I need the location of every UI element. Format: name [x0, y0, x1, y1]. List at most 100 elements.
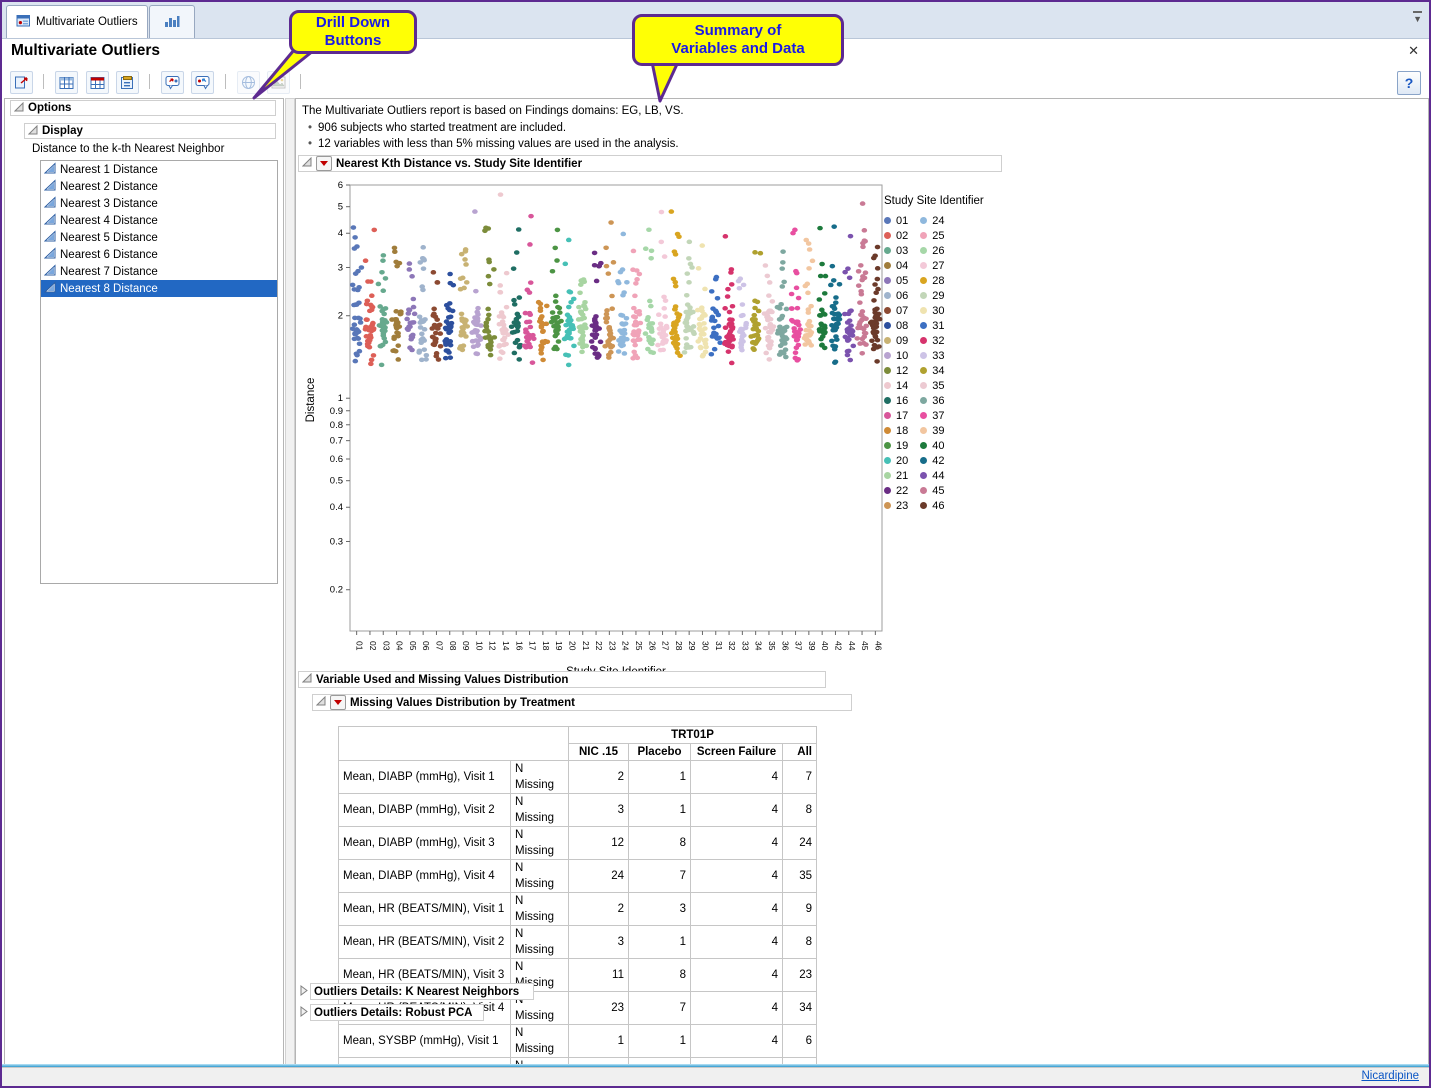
value-cell: 4 — [691, 794, 783, 827]
make-combined-data-table-icon[interactable] — [86, 71, 109, 94]
legend-item[interactable]: 12 — [884, 363, 908, 378]
svg-text:0.4: 0.4 — [330, 502, 343, 513]
legend-color-dot — [920, 232, 927, 239]
legend-item[interactable]: 06 — [884, 288, 908, 303]
legend-item[interactable]: 05 — [884, 273, 908, 288]
legend-item[interactable]: 04 — [884, 258, 908, 273]
save-journal-icon[interactable] — [116, 71, 139, 94]
value-cell: 24 — [783, 827, 817, 860]
legend-item[interactable]: 18 — [884, 423, 908, 438]
legend-item[interactable]: 44 — [920, 468, 944, 483]
nearest-distance-listbox[interactable]: Nearest 1 DistanceNearest 2 DistanceNear… — [40, 160, 278, 584]
legend-item[interactable]: 01 — [884, 213, 908, 228]
options-header[interactable]: Options — [10, 100, 276, 116]
disclosure-open-icon — [28, 125, 38, 138]
legend-item[interactable]: 30 — [920, 303, 944, 318]
list-item-nearest-4-distance[interactable]: Nearest 4 Distance — [41, 212, 277, 229]
svg-text:12: 12 — [488, 641, 498, 651]
red-triangle-menu-icon[interactable] — [330, 695, 346, 710]
callout-summary: Summary of Variables and Data — [632, 14, 844, 66]
legend-item[interactable]: 19 — [884, 438, 908, 453]
legend-item[interactable]: 36 — [920, 393, 944, 408]
drill-up-icon[interactable] — [191, 71, 214, 94]
svg-text:46: 46 — [873, 641, 883, 651]
display-header[interactable]: Display — [24, 123, 276, 139]
variables-section-header[interactable]: Variable Used and Missing Values Distrib… — [298, 671, 826, 688]
drill-down-icon[interactable] — [161, 71, 184, 94]
red-triangle-menu-icon[interactable] — [316, 156, 332, 171]
legend-item[interactable]: 32 — [920, 333, 944, 348]
legend-item[interactable]: 24 — [920, 213, 944, 228]
legend-item[interactable]: 07 — [884, 303, 908, 318]
legend-item[interactable]: 22 — [884, 483, 908, 498]
legend-item[interactable]: 16 — [884, 393, 908, 408]
legend-item[interactable]: 14 — [884, 378, 908, 393]
list-item-nearest-8-distance[interactable]: Nearest 8 Distance — [41, 280, 277, 297]
list-item-nearest-3-distance[interactable]: Nearest 3 Distance — [41, 195, 277, 212]
legend-item[interactable]: 33 — [920, 348, 944, 363]
list-item-nearest-7-distance[interactable]: Nearest 7 Distance — [41, 263, 277, 280]
outliers-knn-title: Outliers Details: K Nearest Neighbors — [314, 986, 519, 998]
legend-item[interactable]: 46 — [920, 498, 944, 513]
legend-item[interactable]: 27 — [920, 258, 944, 273]
list-item-nearest-5-distance[interactable]: Nearest 5 Distance — [41, 229, 277, 246]
legend-item[interactable]: 25 — [920, 228, 944, 243]
list-item-nearest-1-distance[interactable]: Nearest 1 Distance — [41, 161, 277, 178]
make-data-table-icon[interactable] — [55, 71, 78, 94]
legend-item[interactable]: 17 — [884, 408, 908, 423]
legend-item[interactable]: 26 — [920, 243, 944, 258]
legend-item[interactable]: 02 — [884, 228, 908, 243]
report-area: The Multivariate Outliers report is base… — [295, 98, 1429, 1066]
svg-text:01: 01 — [355, 641, 365, 651]
legend-item[interactable]: 45 — [920, 483, 944, 498]
disclosure-closed-icon[interactable] — [299, 1006, 309, 1020]
chart-section-header[interactable]: Nearest Kth Distance vs. Study Site Iden… — [298, 155, 1002, 172]
legend-item[interactable]: 21 — [884, 468, 908, 483]
legend-item[interactable]: 35 — [920, 378, 944, 393]
legend-item[interactable]: 03 — [884, 243, 908, 258]
legend-color-dot — [920, 487, 927, 494]
value-cell: 6 — [783, 1025, 817, 1058]
triangle-chart-icon — [44, 281, 56, 296]
triangle-chart-icon — [44, 213, 56, 228]
legend-item[interactable]: 23 — [884, 498, 908, 513]
stat-label-cell: N Missing — [511, 794, 569, 827]
legend-item[interactable]: 39 — [920, 423, 944, 438]
export-report-icon[interactable] — [10, 71, 33, 94]
legend-item[interactable]: 34 — [920, 363, 944, 378]
legend-item[interactable]: 31 — [920, 318, 944, 333]
legend-color-dot — [884, 367, 891, 374]
legend-item[interactable]: 08 — [884, 318, 908, 333]
value-cell: 23 — [783, 959, 817, 992]
missing-section-header[interactable]: Missing Values Distribution by Treatment — [312, 694, 852, 711]
legend-color-dot — [920, 277, 927, 284]
close-icon[interactable]: ✕ — [1408, 43, 1419, 59]
legend-item[interactable]: 20 — [884, 453, 908, 468]
legend-item[interactable]: 10 — [884, 348, 908, 363]
list-item-nearest-2-distance[interactable]: Nearest 2 Distance — [41, 178, 277, 195]
legend-color-dot — [884, 442, 891, 449]
legend-item[interactable]: 37 — [920, 408, 944, 423]
disclosure-closed-icon[interactable] — [299, 985, 309, 999]
list-item-nearest-6-distance[interactable]: Nearest 6 Distance — [41, 246, 277, 263]
legend-color-dot — [920, 322, 927, 329]
outliers-pca-section-header[interactable]: Outliers Details: Robust PCA — [310, 1004, 484, 1021]
legend-color-dot — [884, 322, 891, 329]
legend-item[interactable]: 40 — [920, 438, 944, 453]
help-button[interactable]: ? — [1397, 71, 1421, 95]
legend-item[interactable]: 29 — [920, 288, 944, 303]
data-source-link[interactable]: Nicardipine — [1361, 1070, 1419, 1082]
outliers-knn-section-header[interactable]: Outliers Details: K Nearest Neighbors — [310, 983, 534, 1000]
vertical-scrollbar[interactable] — [285, 98, 295, 1066]
legend-color-dot — [884, 337, 891, 344]
value-cell: 8 — [783, 794, 817, 827]
legend-color-dot — [920, 217, 927, 224]
legend-color-dot — [920, 307, 927, 314]
legend-item[interactable]: 28 — [920, 273, 944, 288]
legend-item[interactable]: 42 — [920, 453, 944, 468]
tab-multivariate-outliers[interactable]: Multivariate Outliers — [6, 5, 148, 38]
value-cell: 8 — [629, 827, 691, 860]
tab-list-menu-icon[interactable]: ▼ — [1413, 11, 1422, 24]
legend-item[interactable]: 09 — [884, 333, 908, 348]
tab-graph[interactable] — [149, 5, 195, 38]
